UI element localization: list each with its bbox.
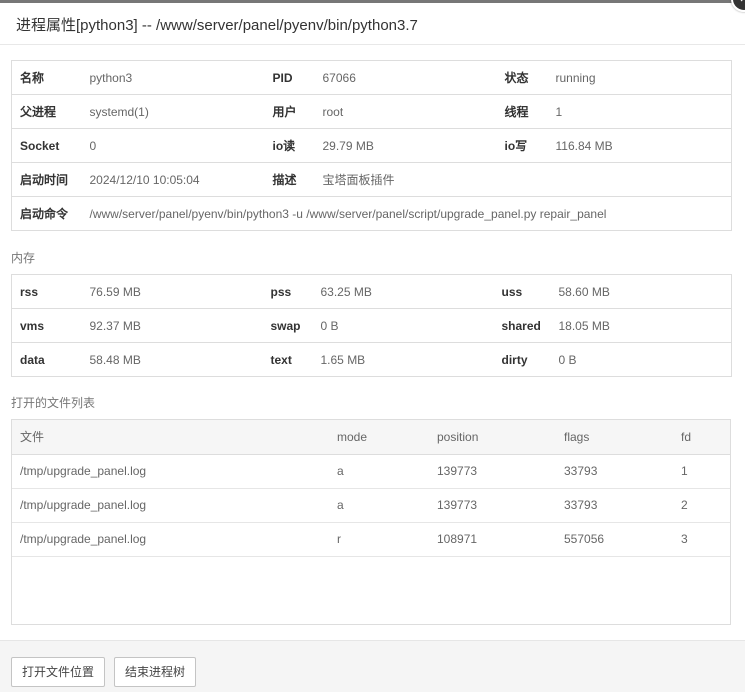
col-header-fd[interactable]: fd bbox=[673, 420, 730, 455]
start-time-value: 2024/12/10 10:05:04 bbox=[81, 162, 265, 197]
io-read-label: io读 bbox=[264, 128, 315, 163]
swap-label: swap bbox=[262, 308, 313, 343]
info-row: 父进程 systemd(1) 用户 root 线程 1 bbox=[11, 94, 732, 129]
start-time-label: 启动时间 bbox=[11, 162, 82, 197]
threads-label: 线程 bbox=[496, 94, 548, 129]
status-value: running bbox=[555, 70, 596, 85]
file-fd: 3 bbox=[673, 522, 730, 557]
uss-value: 58.60 MB bbox=[558, 284, 610, 299]
ppid-value: systemd(1) bbox=[81, 94, 265, 129]
socket-label: Socket bbox=[11, 128, 82, 163]
info-row: 名称 python3 PID 67066 状态 running bbox=[12, 61, 732, 95]
file-path: /tmp/upgrade_panel.log bbox=[12, 522, 329, 557]
memory-row: data 58.48 MB text 1.65 MB dirty 0 B bbox=[11, 342, 732, 377]
file-position: 139773 bbox=[429, 488, 556, 523]
kill-process-tree-button[interactable]: 结束进程树 bbox=[114, 657, 197, 687]
swap-value: 0 B bbox=[312, 308, 494, 343]
status-label: 状态 bbox=[504, 71, 529, 85]
file-flags: 33793 bbox=[556, 454, 673, 489]
io-read-value: 29.79 MB bbox=[314, 128, 497, 163]
threads-value: 1 bbox=[547, 94, 732, 129]
io-write-label: io写 bbox=[496, 128, 548, 163]
memory-row: vms 92.37 MB swap 0 B shared 18.05 MB bbox=[11, 308, 732, 343]
open-file-location-button[interactable]: 打开文件位置 bbox=[11, 657, 106, 687]
rss-label: rss bbox=[20, 284, 39, 299]
user-label: 用户 bbox=[264, 94, 315, 129]
socket-value: 0 bbox=[81, 128, 265, 163]
pss-label: pss bbox=[270, 284, 292, 299]
desc-value: 宝塔面板插件 bbox=[314, 162, 732, 197]
io-write-value: 116.84 MB bbox=[547, 128, 732, 163]
info-row: 启动命令 /www/server/panel/pyenv/bin/python3… bbox=[11, 196, 732, 231]
dialog-title: 进程属性[python3] -- /www/server/panel/pyenv… bbox=[16, 17, 418, 34]
table-row[interactable]: /tmp/upgrade_panel.log r 108971 557056 3 bbox=[12, 522, 730, 557]
file-flags: 33793 bbox=[556, 488, 673, 523]
table-row[interactable]: /tmp/upgrade_panel.log a 139773 33793 2 bbox=[12, 488, 730, 523]
vms-label: vms bbox=[11, 308, 82, 343]
shared-value: 18.05 MB bbox=[550, 308, 732, 343]
col-header-flags[interactable]: flags bbox=[556, 420, 673, 455]
col-header-file[interactable]: 文件 bbox=[12, 420, 329, 455]
pss-value: 63.25 MB bbox=[320, 284, 372, 299]
rss-value: 76.59 MB bbox=[89, 284, 141, 299]
process-info-table: 名称 python3 PID 67066 状态 running 父进程 syst… bbox=[11, 60, 732, 231]
files-section-title: 打开的文件列表 bbox=[11, 396, 96, 410]
file-mode: a bbox=[329, 488, 429, 523]
file-fd: 1 bbox=[673, 454, 730, 489]
file-path: /tmp/upgrade_panel.log bbox=[12, 488, 329, 523]
user-value: root bbox=[314, 94, 497, 129]
file-mode: a bbox=[329, 454, 429, 489]
open-files-panel[interactable]: 文件 mode position flags fd /tmp/upgrade_p… bbox=[11, 419, 731, 625]
dialog-footer: 打开文件位置 结束进程树 bbox=[0, 640, 745, 692]
data-value: 58.48 MB bbox=[81, 342, 263, 377]
pid-label: PID bbox=[272, 70, 293, 85]
file-mode: r bbox=[329, 522, 429, 557]
vms-value: 92.37 MB bbox=[81, 308, 263, 343]
col-header-mode[interactable]: mode bbox=[329, 420, 429, 455]
dirty-value: 0 B bbox=[550, 342, 732, 377]
open-files-table: 文件 mode position flags fd /tmp/upgrade_p… bbox=[12, 420, 730, 557]
file-position: 139773 bbox=[429, 454, 556, 489]
memory-section-title: 内存 bbox=[11, 251, 36, 265]
text-label: text bbox=[262, 342, 313, 377]
uss-label: uss bbox=[501, 284, 523, 299]
name-value: python3 bbox=[89, 70, 133, 85]
file-path: /tmp/upgrade_panel.log bbox=[12, 454, 329, 489]
file-position: 108971 bbox=[429, 522, 556, 557]
shared-label: shared bbox=[493, 308, 551, 343]
memory-row: rss 76.59 MB pss 63.25 MB uss 58.60 MB bbox=[12, 275, 732, 309]
dirty-label: dirty bbox=[493, 342, 551, 377]
dialog-header: 进程属性[python3] -- /www/server/panel/pyenv… bbox=[0, 3, 745, 45]
desc-label: 描述 bbox=[264, 162, 315, 197]
pid-value: 67066 bbox=[322, 70, 356, 85]
table-row[interactable]: /tmp/upgrade_panel.log a 139773 33793 1 bbox=[12, 454, 730, 489]
cmd-label: 启动命令 bbox=[11, 196, 82, 231]
text-value: 1.65 MB bbox=[312, 342, 494, 377]
file-flags: 557056 bbox=[556, 522, 673, 557]
file-fd: 2 bbox=[673, 488, 730, 523]
cmd-value: /www/server/panel/pyenv/bin/python3 -u /… bbox=[81, 196, 732, 231]
memory-table: rss 76.59 MB pss 63.25 MB uss 58.60 MB v… bbox=[11, 274, 732, 377]
files-header-row: 文件 mode position flags fd bbox=[12, 420, 730, 455]
info-row: Socket 0 io读 29.79 MB io写 116.84 MB bbox=[11, 128, 732, 163]
data-label: data bbox=[11, 342, 82, 377]
info-row: 启动时间 2024/12/10 10:05:04 描述 宝塔面板插件 bbox=[11, 162, 732, 197]
ppid-label: 父进程 bbox=[11, 94, 82, 129]
name-label: 名称 bbox=[20, 71, 45, 85]
col-header-position[interactable]: position bbox=[429, 420, 556, 455]
